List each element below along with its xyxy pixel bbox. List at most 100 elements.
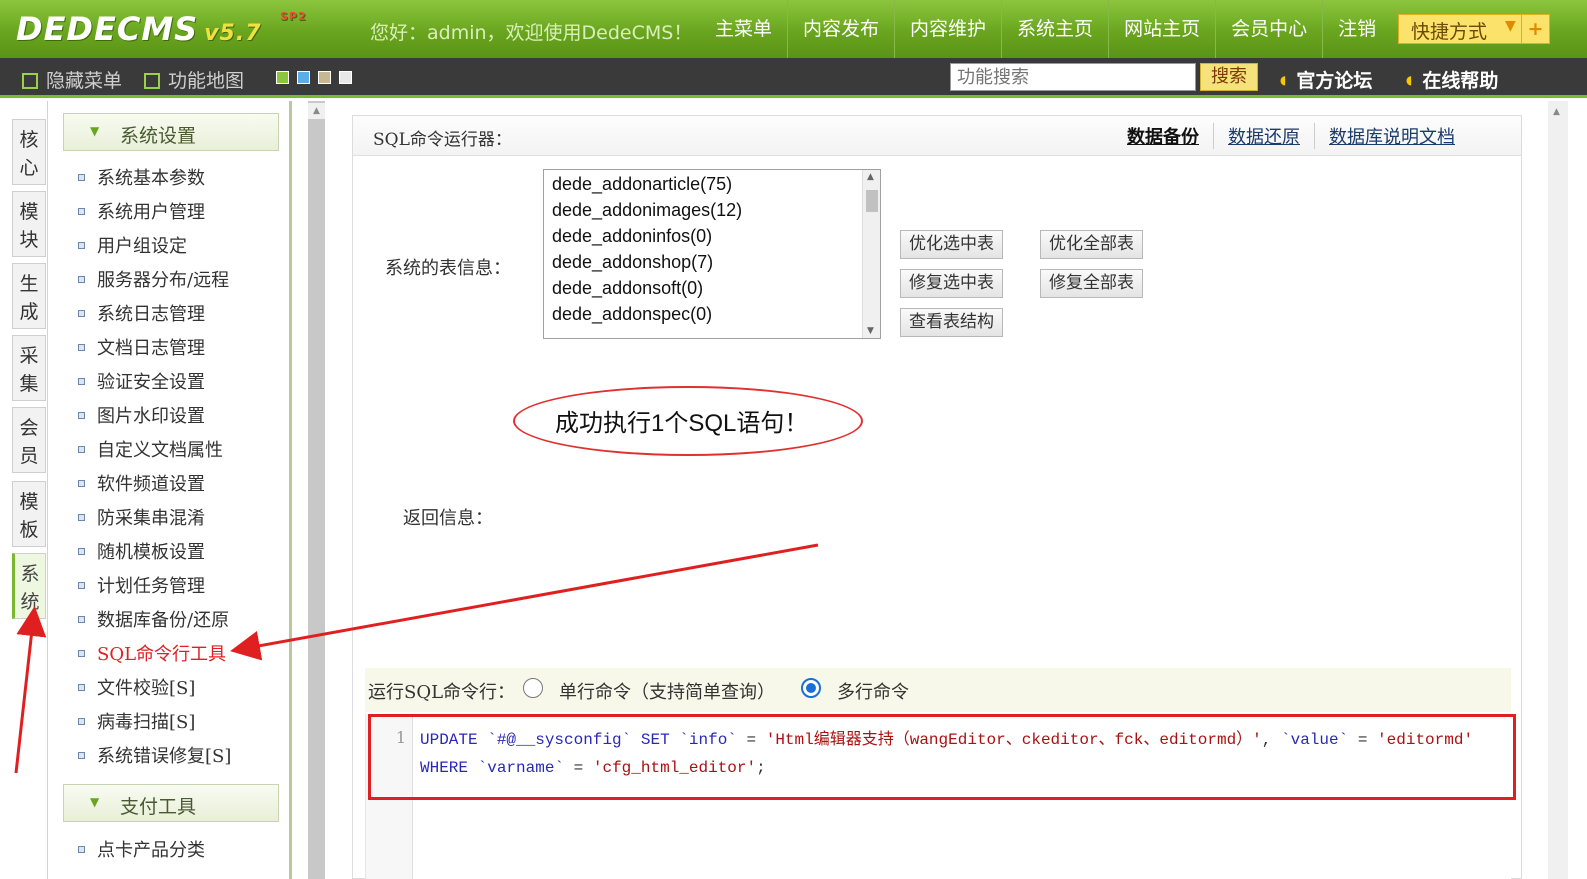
theme-swatch-green[interactable] [276, 71, 289, 84]
sidebar-item-user-group[interactable]: 用户组设定 [78, 232, 187, 258]
sidebar-item-label: 文档日志管理 [97, 338, 205, 359]
grid-icon [144, 73, 160, 89]
version-label: v5.7 [204, 21, 262, 46]
online-help-link[interactable]: ◖ 在线帮助 [1406, 66, 1498, 93]
section-header-payment-tools[interactable]: ▼ 支付工具 [63, 784, 279, 822]
table-option[interactable]: dede_addonspec(0) [552, 304, 712, 325]
single-mode-radio[interactable] [523, 678, 543, 698]
bullet-icon [78, 242, 85, 249]
single-mode-label[interactable]: 单行命令（支持简单查询） [559, 678, 775, 704]
hide-menu-button[interactable]: 隐藏菜单 [22, 66, 122, 93]
function-search-input[interactable] [950, 63, 1196, 91]
table-option[interactable]: dede_addoninfos(0) [552, 226, 712, 247]
tab-generate[interactable]: 生成 [12, 263, 46, 329]
sidebar-item-scheduled-tasks[interactable]: 计划任务管理 [78, 572, 205, 598]
nav-content-maintain[interactable]: 内容维护 [895, 0, 1003, 58]
tab-member[interactable]: 会员 [12, 407, 46, 473]
scroll-down-icon[interactable]: ▼ [867, 326, 874, 336]
optimize-selected-button[interactable]: 优化选中表 [900, 230, 1003, 259]
search-button[interactable]: 搜索 [1200, 63, 1258, 91]
sidebar-item-custom-attrs[interactable]: 自定义文档属性 [78, 436, 223, 462]
sidebar-item-file-check[interactable]: 文件校验[S] [78, 674, 195, 700]
sidebar-item-card-category[interactable]: 点卡产品分类 [78, 836, 205, 862]
tab-modules[interactable]: 模块 [12, 191, 46, 257]
plus-icon[interactable]: + [1521, 15, 1549, 43]
tab-system[interactable]: 系统 [12, 553, 46, 619]
sidebar-item-label: 自定义文档属性 [97, 440, 223, 461]
sidebar-item-random-template[interactable]: 随机模板设置 [78, 538, 205, 564]
tab-core[interactable]: 核心 [12, 119, 46, 185]
sidebar-item-label: 软件频道设置 [97, 474, 205, 495]
multi-mode-label[interactable]: 多行命令 [837, 678, 909, 704]
table-select-list[interactable]: dede_addonarticle(75) dede_addonimages(1… [543, 169, 881, 339]
bullet-icon [78, 514, 85, 521]
help-label: 在线帮助 [1422, 70, 1499, 92]
optimize-all-button[interactable]: 优化全部表 [1040, 230, 1143, 259]
tab-label: 模块 [19, 201, 39, 251]
scroll-up-icon[interactable]: ▲ [308, 103, 325, 119]
multi-mode-radio[interactable] [801, 678, 821, 698]
official-forum-link[interactable]: ◖ 官方论坛 [1280, 66, 1372, 93]
section-header-system-settings[interactable]: ▼ 系统设置 [63, 113, 279, 151]
quick-menu-button[interactable]: 快捷方式 ▼ + [1398, 14, 1550, 44]
function-map-label: 功能地图 [168, 70, 245, 92]
theme-swatch-gray[interactable] [339, 71, 352, 84]
sidebar-item-db-backup[interactable]: 数据库备份/还原 [78, 606, 229, 632]
tab-collect[interactable]: 采集 [12, 335, 46, 401]
repair-selected-button[interactable]: 修复选中表 [900, 269, 1003, 298]
toolbar: 隐藏菜单 功能地图 搜索 ◖ 官方论坛 ◖ 在线帮助 [0, 58, 1587, 98]
sidebar-item-watermark[interactable]: 图片水印设置 [78, 402, 205, 428]
nav-member-center[interactable]: 会员中心 [1216, 0, 1324, 58]
sidebar-item-basic-params[interactable]: 系统基本参数 [78, 164, 205, 190]
sidebar-gap [292, 101, 308, 879]
scroll-up-icon[interactable]: ▲ [1553, 107, 1560, 117]
data-restore-link[interactable]: 数据还原 [1213, 123, 1314, 149]
nav-site-home[interactable]: 网站主页 [1109, 0, 1217, 58]
list-scrollbar[interactable]: ▲ ▼ [862, 170, 880, 338]
sidebar-scrollbar[interactable]: ▲ [308, 101, 325, 879]
theme-swatch-blue[interactable] [297, 71, 310, 84]
bullet-icon [78, 616, 85, 623]
scroll-up-icon[interactable]: ▲ [867, 172, 874, 182]
sidebar-item-document-log[interactable]: 文档日志管理 [78, 334, 205, 360]
sidebar-item-security[interactable]: 验证安全设置 [78, 368, 205, 394]
nav-content-publish[interactable]: 内容发布 [788, 0, 896, 58]
theme-swatch-tan[interactable] [318, 71, 331, 84]
data-backup-link[interactable]: 数据备份 [1113, 123, 1213, 149]
sidebar-item-label: 系统错误修复[S] [97, 746, 232, 767]
annotation-highlight-box [368, 714, 1516, 800]
bullet-icon [78, 846, 85, 853]
page-scrollbar[interactable]: ▲ [1548, 101, 1568, 879]
sidebar-item-label: 用户组设定 [97, 236, 187, 257]
nav-system-home[interactable]: 系统主页 [1002, 0, 1110, 58]
nav-main-menu[interactable]: 主菜单 [700, 0, 789, 58]
scroll-thumb[interactable] [866, 190, 878, 212]
sidebar-item-error-repair[interactable]: 系统错误修复[S] [78, 742, 231, 768]
signal-icon: ◖ [1280, 73, 1287, 87]
nav-logout[interactable]: 注销 [1323, 0, 1391, 58]
repair-all-button[interactable]: 修复全部表 [1040, 269, 1143, 298]
bullet-icon [78, 480, 85, 487]
db-docs-link[interactable]: 数据库说明文档 [1314, 123, 1469, 149]
table-option[interactable]: dede_addonarticle(75) [552, 174, 732, 195]
table-option[interactable]: dede_addonshop(7) [552, 252, 713, 273]
table-option[interactable]: dede_addonimages(12) [552, 200, 742, 221]
bullet-icon [78, 752, 85, 759]
sidebar-item-anti-collect[interactable]: 防采集串混淆 [78, 504, 205, 530]
sidebar-item-server-remote[interactable]: 服务器分布/远程 [78, 266, 229, 292]
welcome-text: 您好：admin，欢迎使用DedeCMS！ [370, 22, 693, 44]
sidebar-item-sql-tool[interactable]: SQL命令行工具 [78, 640, 226, 666]
function-map-button[interactable]: 功能地图 [144, 66, 244, 93]
table-option[interactable]: dede_addonsoft(0) [552, 278, 703, 299]
view-structure-button[interactable]: 查看表结构 [900, 308, 1003, 337]
top-nav: 主菜单 内容发布 内容维护 系统主页 网站主页 会员中心 注销 [700, 0, 1391, 58]
sidebar-item-user-manage[interactable]: 系统用户管理 [78, 198, 205, 224]
dedecms-logo[interactable]: DEDECMS v5.7 SP2 [16, 10, 306, 48]
bullet-icon [78, 718, 85, 725]
tab-template[interactable]: 模板 [12, 481, 46, 547]
quick-menu-label: 快捷方式 [1411, 21, 1488, 43]
sidebar-item-software-channel[interactable]: 软件频道设置 [78, 470, 205, 496]
sidebar-item-virus-scan[interactable]: 病毒扫描[S] [78, 708, 195, 734]
sidebar-item-system-log[interactable]: 系统日志管理 [78, 300, 205, 326]
tab-label: 核心 [19, 129, 39, 179]
